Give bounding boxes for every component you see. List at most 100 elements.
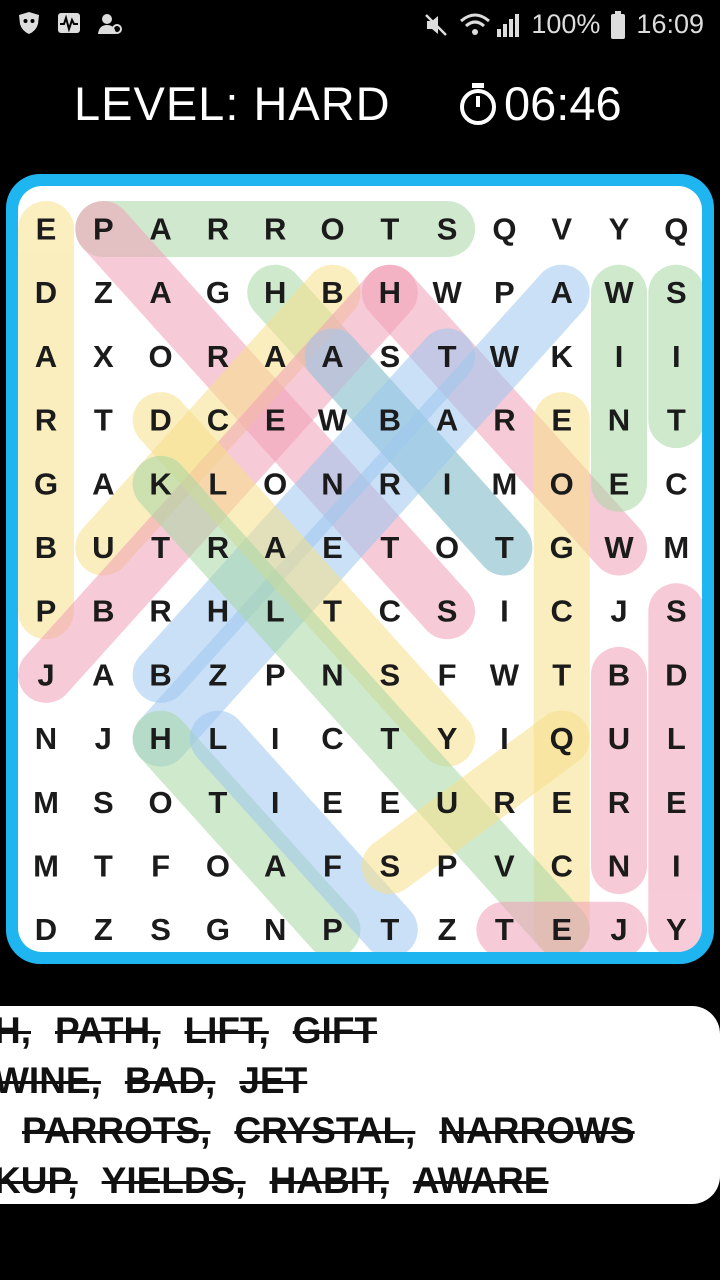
grid-cell[interactable]: T xyxy=(495,912,514,947)
letter-grid[interactable]: EPARROTSQVYQDZAGHBHWPAWSAXORAASTWKIIRTDC… xyxy=(18,186,702,952)
grid-cell[interactable]: B xyxy=(35,530,57,565)
grid-cell[interactable]: Z xyxy=(94,912,113,947)
grid-cell[interactable]: D xyxy=(35,912,57,947)
grid-cell[interactable]: T xyxy=(438,339,457,374)
grid-cell[interactable]: H xyxy=(264,275,286,310)
grid-cell[interactable]: O xyxy=(206,849,230,884)
grid-cell[interactable]: Y xyxy=(609,212,630,247)
grid-cell[interactable]: Z xyxy=(208,657,227,692)
grid-cell[interactable]: G xyxy=(550,530,574,565)
grid-cell[interactable]: R xyxy=(493,785,515,820)
grid-cell[interactable]: O xyxy=(149,785,173,820)
grid-cell[interactable]: E xyxy=(551,785,572,820)
grid-cell[interactable]: S xyxy=(666,594,687,629)
grid-cell[interactable]: S xyxy=(379,849,400,884)
grid-cell[interactable]: U xyxy=(92,530,114,565)
grid-cell[interactable]: N xyxy=(321,466,343,501)
grid-cell[interactable]: B xyxy=(379,403,401,438)
grid-cell[interactable]: K xyxy=(551,339,574,374)
grid-cell[interactable]: W xyxy=(318,403,348,438)
grid-cell[interactable]: T xyxy=(208,785,227,820)
grid-cell[interactable]: T xyxy=(94,403,113,438)
grid-cell[interactable]: D xyxy=(149,403,171,438)
grid-cell[interactable]: R xyxy=(35,403,57,438)
grid-cell[interactable]: A xyxy=(321,339,343,374)
grid-cell[interactable]: N xyxy=(321,657,343,692)
grid-cell[interactable]: J xyxy=(95,721,112,756)
grid-cell[interactable]: E xyxy=(666,785,687,820)
grid-cell[interactable]: M xyxy=(33,785,59,820)
grid-cell[interactable]: R xyxy=(149,594,171,629)
grid-cell[interactable]: I xyxy=(672,339,681,374)
grid-cell[interactable]: R xyxy=(207,212,229,247)
grid-cell[interactable]: P xyxy=(322,912,343,947)
grid-cell[interactable]: Z xyxy=(94,275,113,310)
grid-cell[interactable]: T xyxy=(667,403,686,438)
grid-cell[interactable]: B xyxy=(321,275,343,310)
grid-cell[interactable]: T xyxy=(552,657,571,692)
grid-cell[interactable]: I xyxy=(615,339,624,374)
grid-cell[interactable]: C xyxy=(379,594,401,629)
grid-cell[interactable]: O xyxy=(263,466,287,501)
grid-cell[interactable]: C xyxy=(551,849,573,884)
grid-cell[interactable]: B xyxy=(149,657,171,692)
grid-cell[interactable]: A xyxy=(35,339,57,374)
grid-cell[interactable]: F xyxy=(438,657,457,692)
grid-cell[interactable]: Y xyxy=(666,912,687,947)
grid-cell[interactable]: C xyxy=(207,403,229,438)
grid-cell[interactable]: T xyxy=(380,212,399,247)
grid-cell[interactable]: V xyxy=(551,212,572,247)
grid-cell[interactable]: P xyxy=(494,275,515,310)
grid-cell[interactable]: N xyxy=(608,403,630,438)
grid-cell[interactable]: B xyxy=(608,657,630,692)
grid-cell[interactable]: A xyxy=(149,212,171,247)
grid-cell[interactable]: R xyxy=(207,339,229,374)
grid-cell[interactable]: I xyxy=(500,721,509,756)
grid-cell[interactable]: S xyxy=(150,912,171,947)
grid-cell[interactable]: Q xyxy=(492,212,516,247)
grid-cell[interactable]: I xyxy=(271,721,280,756)
grid-cell[interactable]: U xyxy=(608,721,630,756)
grid-cell[interactable]: H xyxy=(207,594,229,629)
grid-cell[interactable]: P xyxy=(437,849,458,884)
grid-canvas[interactable]: E P A R R O T S Q V Y QD Z A G H B H W P A W SA X O R A A S T W K I IR T D C… xyxy=(18,186,702,952)
grid-cell[interactable]: A xyxy=(264,339,286,374)
grid-cell[interactable]: O xyxy=(435,530,459,565)
grid-cell[interactable]: W xyxy=(604,275,634,310)
grid-cell[interactable]: A xyxy=(92,657,114,692)
grid-cell[interactable]: L xyxy=(266,594,285,629)
grid-cell[interactable]: R xyxy=(264,212,286,247)
grid-cell[interactable]: T xyxy=(380,721,399,756)
grid-cell[interactable]: I xyxy=(672,849,681,884)
grid-cell[interactable]: I xyxy=(443,466,452,501)
grid-cell[interactable]: N xyxy=(35,721,57,756)
grid-cell[interactable]: R xyxy=(207,530,229,565)
grid-cell[interactable]: I xyxy=(271,785,280,820)
grid-cell[interactable]: T xyxy=(495,530,514,565)
grid-cell[interactable]: P xyxy=(36,594,57,629)
grid-cell[interactable]: S xyxy=(379,339,400,374)
grid-cell[interactable]: L xyxy=(667,721,686,756)
grid-cell[interactable]: C xyxy=(551,594,573,629)
grid-cell[interactable]: F xyxy=(151,849,170,884)
grid-cell[interactable]: S xyxy=(437,212,458,247)
grid-cell[interactable]: G xyxy=(206,912,230,947)
grid-cell[interactable]: O xyxy=(320,212,344,247)
grid-cell[interactable]: J xyxy=(610,912,627,947)
grid-cell[interactable]: A xyxy=(92,466,114,501)
grid-cell[interactable]: M xyxy=(491,466,517,501)
grid-cell[interactable]: R xyxy=(493,403,515,438)
grid-cell[interactable]: C xyxy=(321,721,343,756)
grid-cell[interactable]: J xyxy=(37,657,54,692)
grid-cell[interactable]: S xyxy=(379,657,400,692)
grid-cell[interactable]: G xyxy=(34,466,58,501)
grid-cell[interactable]: Q xyxy=(550,721,574,756)
grid-cell[interactable]: V xyxy=(494,849,515,884)
grid-cell[interactable]: U xyxy=(436,785,458,820)
grid-cell[interactable]: W xyxy=(432,275,462,310)
grid-cell[interactable]: F xyxy=(323,849,342,884)
grid-cell[interactable]: A xyxy=(264,849,286,884)
grid-cell[interactable]: D xyxy=(665,657,687,692)
grid-cell[interactable]: O xyxy=(149,339,173,374)
grid-cell[interactable]: R xyxy=(379,466,401,501)
